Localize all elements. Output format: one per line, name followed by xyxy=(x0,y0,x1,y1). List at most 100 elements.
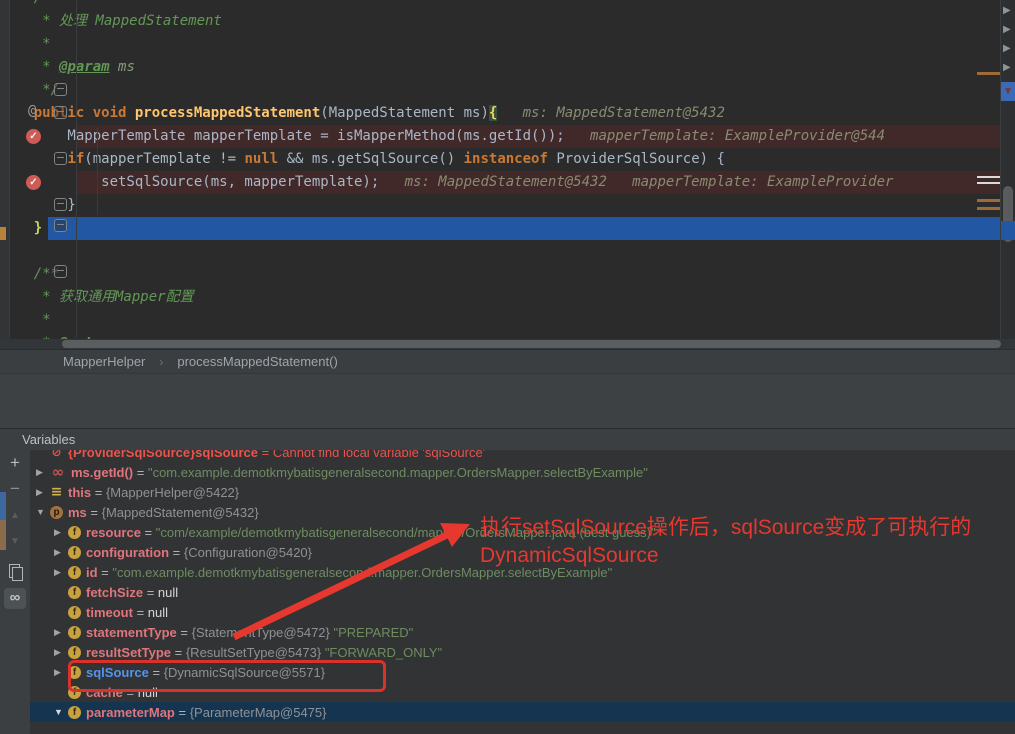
code-line[interactable]: /** xyxy=(0,263,1015,286)
expand-arrow-icon[interactable]: ▶ xyxy=(36,487,50,498)
variable-row-watch-error[interactable]: ⊘{ProviderSqlSource}sqlSource = Cannot f… xyxy=(30,450,1015,462)
stripe-mark xyxy=(977,182,1000,184)
code-text: ms xyxy=(110,59,135,75)
code-line[interactable]: } xyxy=(0,194,1015,217)
duplicate-watch-button[interactable] xyxy=(0,560,30,582)
ide-window: /** * 处理 MappedStatement * * @param ms *… xyxy=(0,0,1015,734)
expand-arrow-icon[interactable]: ▶ xyxy=(54,627,68,638)
stripe-mark xyxy=(977,207,1000,210)
variable-name: {ProviderSqlSource}sqlSource xyxy=(68,450,258,460)
variable-name: timeout xyxy=(86,605,133,620)
expand-arrow-icon[interactable]: ▶ xyxy=(54,547,68,558)
code-text: null xyxy=(244,151,278,167)
code-line[interactable]: * 获取通用Mapper配置 xyxy=(0,286,1015,309)
breakpoint-icon[interactable]: ✓ xyxy=(26,175,41,190)
variable-name: parameterMap xyxy=(86,705,175,720)
horizontal-scrollbar-thumb[interactable] xyxy=(62,340,1001,348)
variables-tree[interactable]: ⊘{ProviderSqlSource}sqlSource = Cannot f… xyxy=(30,450,1015,734)
variable-name: statementType xyxy=(86,625,177,640)
variable-row-this[interactable]: ▶≡this = {MapperHelper@5422} xyxy=(30,482,1015,502)
field-icon: f xyxy=(68,526,81,539)
code-text: public void xyxy=(0,105,135,121)
equals-sign: = xyxy=(175,705,190,720)
fold-marker-icon[interactable] xyxy=(54,198,67,211)
variable-value: "FORWARD_ONLY" xyxy=(325,645,442,660)
variable-row-ms-getid[interactable]: ▶∞ms.getId() = "com.example.demotkmybati… xyxy=(30,462,1015,482)
annotation-text-line1: 执行setSqlSource操作后，sqlSource变成了可执行的 xyxy=(480,514,971,542)
code-line[interactable] xyxy=(0,240,1015,263)
add-watch-button[interactable]: + xyxy=(0,452,30,474)
code-text: * 处理 MappedStatement xyxy=(0,13,222,29)
expand-arrow-icon[interactable]: ▶ xyxy=(54,527,68,538)
variable-row-resultSetType[interactable]: ▶fresultSetType = {ResultSetType@5473} "… xyxy=(30,642,1015,662)
exec-line-left-mark xyxy=(0,227,6,240)
variable-row-statementType[interactable]: ▶fstatementType = {StatementType@5472} "… xyxy=(30,622,1015,642)
code-line[interactable]: if(mapperTemplate != null && ms.getSqlSo… xyxy=(0,148,1015,171)
variables-panel: Variables + − ▲ ▼ ∞ ⊘{ProviderSqlSource}… xyxy=(0,428,1015,734)
fold-marker-icon[interactable] xyxy=(54,152,67,165)
code-line[interactable]: * xyxy=(0,309,1015,332)
code-line[interactable]: } xyxy=(0,217,1015,240)
variable-value: "PREPARED" xyxy=(333,625,413,640)
annotation-gutter-icon: @ xyxy=(28,103,36,119)
variable-value: {ParameterMap@5475} xyxy=(190,705,327,720)
breadcrumb-item[interactable]: processMappedStatement() xyxy=(177,354,337,369)
code-line[interactable]: /** xyxy=(0,0,1015,10)
show-watches-button[interactable]: ∞ xyxy=(4,588,26,609)
code-line[interactable]: setSqlSource(ms, mapperTemplate); ms: Ma… xyxy=(0,171,1015,194)
code-line[interactable]: * @param ms xyxy=(0,56,1015,79)
stripe-mark xyxy=(977,176,1000,178)
variable-name: id xyxy=(86,565,98,580)
variable-row-fetchSize[interactable]: ffetchSize = null xyxy=(30,582,1015,602)
expand-arrow-icon[interactable]: ▼ xyxy=(36,507,50,517)
fold-marker-icon[interactable] xyxy=(54,265,67,278)
stripe-down-arrow-icon[interactable]: ▼ xyxy=(1001,82,1015,101)
code-line[interactable]: * 处理 MappedStatement xyxy=(0,10,1015,33)
code-line[interactable]: */ xyxy=(0,79,1015,102)
stripe-exec-mark xyxy=(1001,221,1015,240)
param-icon: p xyxy=(50,506,63,519)
variable-value: null xyxy=(158,585,178,600)
code-lines: /** * 处理 MappedStatement * * @param ms *… xyxy=(0,0,1015,349)
expand-arrow-icon[interactable]: ▶ xyxy=(54,667,68,678)
breadcrumb-item[interactable]: MapperHelper xyxy=(63,354,145,369)
toolwindow-accent-tan xyxy=(0,520,6,550)
field-icon: f xyxy=(68,606,81,619)
expand-arrow-icon[interactable]: ▼ xyxy=(54,707,68,717)
fold-marker-icon[interactable] xyxy=(54,106,67,119)
equals-sign: = xyxy=(171,645,186,660)
toolwindow-accent-blue xyxy=(0,492,6,520)
fold-marker-icon[interactable] xyxy=(54,83,67,96)
code-line[interactable]: public void processMappedStatement(Mappe… xyxy=(0,102,1015,125)
code-text: setSqlSource(ms, mapperTemplate); xyxy=(0,174,379,190)
code-line[interactable]: * xyxy=(0,33,1015,56)
equals-sign: = xyxy=(133,605,148,620)
breakpoint-icon[interactable]: ✓ xyxy=(26,129,41,144)
expand-arrow-icon[interactable]: ▶ xyxy=(54,567,68,578)
variable-row-timeout[interactable]: ftimeout = null xyxy=(30,602,1015,622)
code-editor[interactable]: /** * 处理 MappedStatement * * @param ms *… xyxy=(0,0,1015,349)
code-line[interactable]: MapperTemplate mapperTemplate = isMapper… xyxy=(0,125,1015,148)
variable-value: Cannot find local variable 'sqlSource' xyxy=(273,450,485,460)
code-text: MapperTemplate mapperTemplate = isMapper… xyxy=(0,128,565,144)
fold-marker-icon[interactable] xyxy=(54,219,67,232)
variable-name: ms.getId() xyxy=(71,465,133,480)
code-text: && ms.getSqlSource() xyxy=(278,151,463,167)
variable-name: resource xyxy=(86,525,141,540)
stripe-arrow-icon[interactable]: ▶ xyxy=(1003,42,1015,56)
equals-sign: = xyxy=(141,525,156,540)
breadcrumb: MapperHelper›processMappedStatement() xyxy=(0,349,1015,373)
stripe-arrow-icon[interactable]: ▶ xyxy=(1003,4,1015,18)
annotation-highlight-box xyxy=(68,660,386,692)
variable-row-parameterMap[interactable]: ▼fparameterMap = {ParameterMap@5475} xyxy=(30,702,1015,722)
expand-arrow-icon[interactable]: ▶ xyxy=(54,647,68,658)
equals-sign: = xyxy=(133,465,148,480)
equals-sign: = xyxy=(98,565,113,580)
stripe-arrow-icon[interactable]: ▶ xyxy=(1003,23,1015,37)
field-icon: f xyxy=(68,646,81,659)
stripe-arrow-icon[interactable]: ▶ xyxy=(1003,61,1015,75)
equals-sign: = xyxy=(258,450,273,460)
fold-gutter-line xyxy=(76,0,77,338)
variable-value: {ResultSetType@5473} xyxy=(186,645,325,660)
expand-arrow-icon[interactable]: ▶ xyxy=(36,467,50,478)
